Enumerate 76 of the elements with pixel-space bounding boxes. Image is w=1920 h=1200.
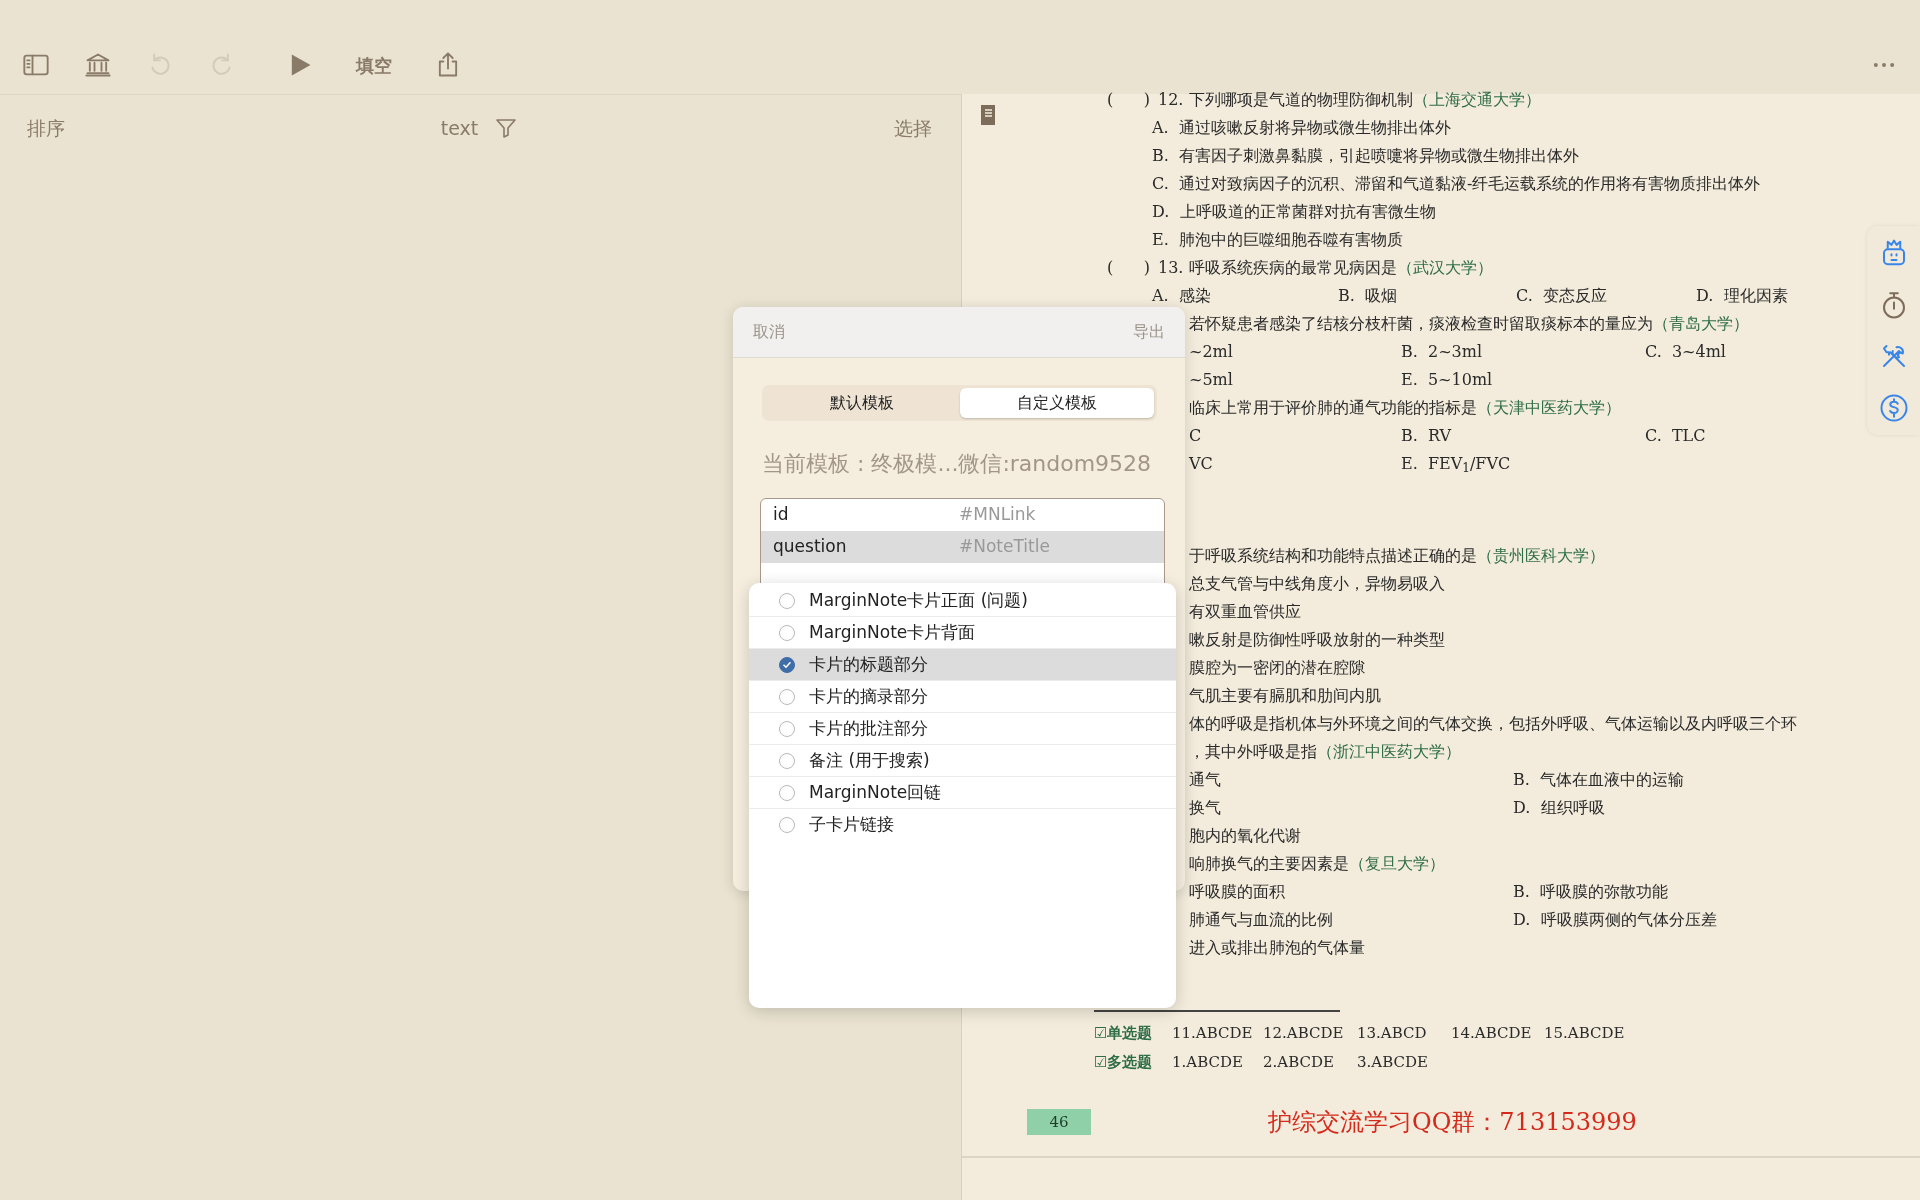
- answer-key: 3.ABCDE: [1357, 1052, 1428, 1071]
- option-text: D. 上呼吸道的正常菌群对抗有害微生物: [1152, 202, 1436, 221]
- answer-key: 2.ABCDE: [1263, 1052, 1334, 1071]
- option-text: E. 肺泡中的巨噬细胞吞噬有害物质: [1152, 230, 1403, 249]
- option-text: A. 通过咳嗽反射将异物或微生物排出体外: [1152, 118, 1451, 137]
- question-text: 体的呼吸是指机体与外环境之间的气体交换，包括外呼吸、气体运输以及内呼吸三个环: [1189, 714, 1797, 733]
- option-label: 子卡片链接: [809, 813, 894, 837]
- option-label: MarginNote回链: [809, 780, 942, 804]
- question-text: 13. 呼吸系统疾病的最常见病因是: [1158, 258, 1397, 277]
- option-text: D. 组织呼吸: [1513, 798, 1605, 817]
- question-text: 响肺换气的主要因素是: [1189, 854, 1349, 873]
- option-text: VC: [1189, 454, 1213, 473]
- question-text: 若怀疑患者感染了结核分枝杆菌，痰液检查时留取痰标本的量应为: [1189, 314, 1653, 333]
- option-label: MarginNote卡片背面: [809, 620, 976, 644]
- option-text: 肺通气与血流的比例: [1189, 910, 1333, 929]
- option-text: A. 感染: [1152, 286, 1211, 305]
- question-text: 于呼吸系统结构和功能特点描述正确的是: [1189, 546, 1477, 565]
- source-text: （天津中医药大学）: [1477, 398, 1621, 417]
- source-text: （青岛大学）: [1653, 314, 1749, 333]
- option-text: B. RV: [1401, 426, 1452, 445]
- option-text: C: [1189, 426, 1202, 445]
- question-text: 膜腔为一密闭的潜在腔隙: [1189, 658, 1365, 677]
- option-text: C. 3~4ml: [1645, 342, 1726, 361]
- field-value: #MNLink: [959, 504, 1036, 525]
- source-text: （上海交通大学）: [1412, 90, 1541, 109]
- source-text: （贵州医科大学）: [1477, 546, 1605, 565]
- question-text: 有双重血管供应: [1189, 602, 1301, 621]
- footer-text: 护综交流学习QQ群：713153999: [1268, 1107, 1637, 1138]
- answer-key: 14.ABCDE: [1451, 1023, 1532, 1042]
- option-text: ~2ml: [1189, 342, 1233, 361]
- option-text: C. TLC: [1645, 426, 1706, 445]
- question-text: 总支气管与中线角度小，异物易吸入: [1189, 574, 1445, 593]
- question-text: 临床上常用于评价肺的通气功能的指标是: [1189, 398, 1477, 417]
- source-text: （武汉大学）: [1396, 258, 1493, 277]
- option-text: D. 呼吸膜两侧的气体分压差: [1513, 910, 1717, 929]
- option-text: B. 吸烟: [1338, 286, 1397, 305]
- answer-key: 1.ABCDE: [1172, 1052, 1243, 1071]
- current-template-label: 当前模板 : 终极模...微信:random9528: [762, 450, 1153, 478]
- answer-key: 13.ABCD: [1357, 1023, 1427, 1042]
- option-text: 呼吸膜的面积: [1189, 882, 1285, 901]
- option-label: 卡片的摘录部分: [809, 684, 928, 708]
- option-label: 卡片的批注部分: [809, 716, 928, 740]
- option-label: 卡片的标题部分: [809, 652, 928, 676]
- field-value: #NoteTitle: [959, 536, 1050, 557]
- answer-label: ☑多选题: [1094, 1052, 1153, 1071]
- option-text: C. 通过对致病因子的沉积、滞留和气道黏液-纤毛运载系统的作用将有害物质排出体外: [1152, 174, 1761, 193]
- option-text: B. 2~3ml: [1401, 342, 1483, 361]
- source-text: （浙江中医药大学）: [1317, 742, 1461, 761]
- option-text: E. FEV$_{1}$/FVC: [1401, 454, 1511, 473]
- answer-key: 12.ABCDE: [1263, 1023, 1344, 1042]
- field-name: question: [773, 536, 847, 557]
- question-text: 胞内的氧化代谢: [1189, 826, 1301, 845]
- option-text: B. 有害因子刺激鼻黏膜，引起喷嚏将异物或微生物排出体外: [1152, 146, 1579, 165]
- page-number: 46: [1027, 1108, 1091, 1136]
- option-label: 备注 (用于搜索): [809, 748, 930, 772]
- option-text: 换气: [1189, 798, 1221, 817]
- question-text: 嗽反射是防御性呼吸放射的一种类型: [1189, 630, 1445, 649]
- field-name: id: [773, 504, 789, 525]
- option-text: 通气: [1189, 770, 1221, 789]
- option-label: MarginNote卡片正面 (问题): [809, 588, 1028, 612]
- question-text: 进入或排出肺泡的气体量: [1189, 938, 1365, 957]
- question-text: 12. 下列哪项是气道的物理防御机制: [1158, 90, 1413, 109]
- option-text: B. 气体在血液中的运输: [1513, 770, 1684, 789]
- answer-label: ☑单选题: [1094, 1023, 1153, 1042]
- question-text: ，其中外呼吸是指: [1189, 742, 1317, 761]
- option-text: B. 呼吸膜的弥散功能: [1513, 882, 1668, 901]
- source-text: （复旦大学）: [1349, 854, 1445, 873]
- option-text: D. 理化因素: [1696, 286, 1788, 305]
- answer-key: 11.ABCDE: [1172, 1023, 1253, 1042]
- question-text: 气肌主要有膈肌和肋间内肌: [1189, 686, 1381, 705]
- answer-key: 15.ABCDE: [1544, 1023, 1625, 1042]
- option-text: ~5ml: [1189, 370, 1233, 389]
- answer-bracket: ( ): [1107, 90, 1150, 109]
- option-text: C. 变态反应: [1516, 286, 1607, 305]
- answer-bracket: ( ): [1107, 258, 1150, 277]
- option-text: E. 5~10ml: [1401, 370, 1493, 389]
